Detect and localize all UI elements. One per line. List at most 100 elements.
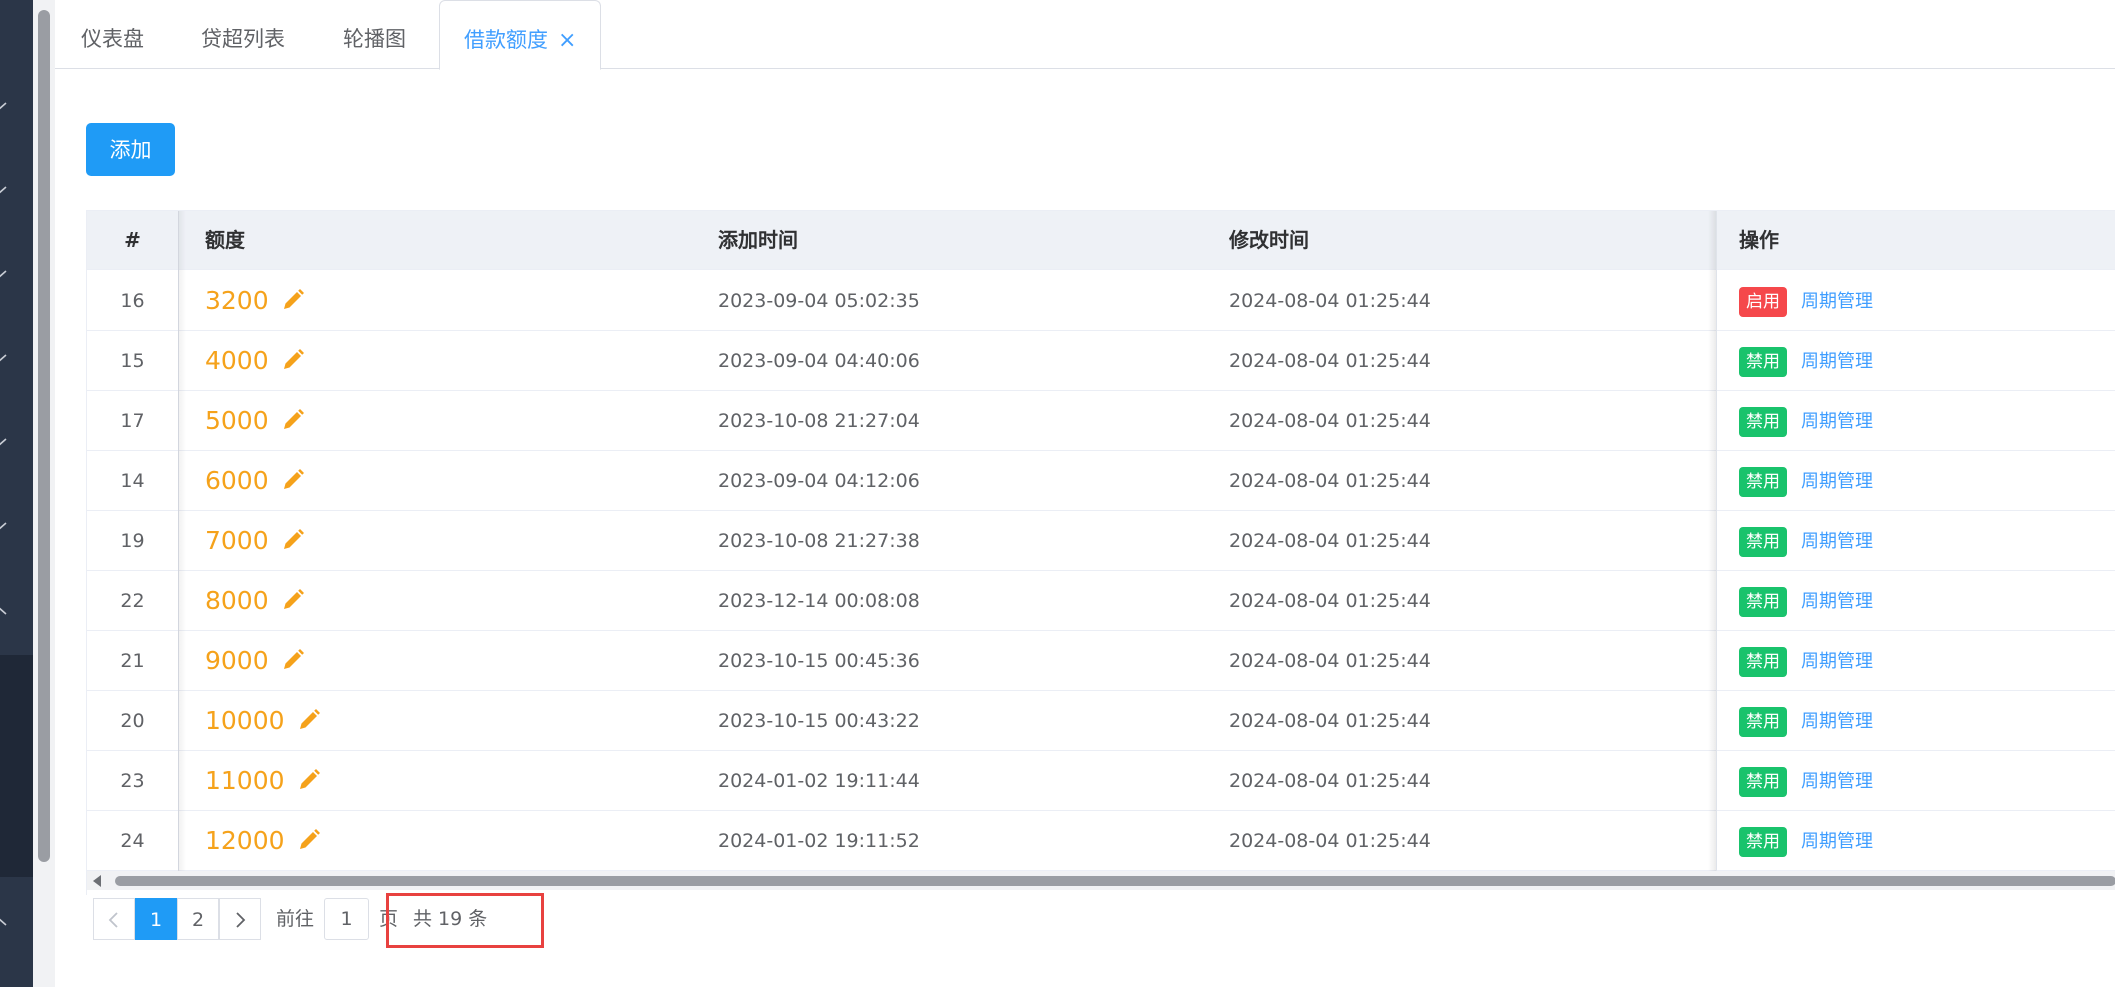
status-toggle-button[interactable]: 禁用 — [1739, 586, 1787, 617]
column-header-modified-time: 修改时间 — [1229, 228, 1309, 252]
row-actions: 禁用 周期管理 — [1739, 571, 1873, 631]
cycle-management-link[interactable]: 周期管理 — [1801, 572, 1873, 632]
amount-value: 8000 — [205, 586, 269, 615]
next-page-button[interactable] — [219, 898, 261, 940]
column-header-id: # — [124, 228, 141, 252]
edit-pencil-icon[interactable] — [281, 394, 305, 454]
page-scrollbar[interactable] — [33, 0, 55, 987]
row-modified-time: 2024-08-04 01:25:44 — [1229, 770, 1431, 792]
status-toggle-button[interactable]: 禁用 — [1739, 826, 1787, 857]
page-button-2[interactable]: 2 — [177, 898, 219, 940]
row-actions: 禁用 周期管理 — [1739, 811, 1873, 871]
chevron-up-icon[interactable] — [0, 917, 8, 927]
row-id: 22 — [120, 590, 145, 612]
chevron-down-icon[interactable] — [0, 270, 8, 280]
amount-value: 9000 — [205, 646, 269, 675]
edit-pencil-icon[interactable] — [281, 454, 305, 514]
fixed-column-divider — [178, 211, 179, 871]
chevron-down-icon[interactable] — [0, 186, 8, 196]
row-modified-time: 2024-08-04 01:25:44 — [1229, 650, 1431, 672]
edit-pencil-icon[interactable] — [281, 274, 305, 334]
amount-value: 12000 — [205, 826, 285, 855]
edit-pencil-icon[interactable] — [281, 634, 305, 694]
amount-value: 11000 — [205, 766, 285, 795]
edit-pencil-icon[interactable] — [297, 694, 321, 754]
status-toggle-button[interactable]: 启用 — [1739, 286, 1787, 317]
add-button[interactable]: 添加 — [86, 123, 175, 176]
status-toggle-button[interactable]: 禁用 — [1739, 766, 1787, 797]
edit-pencil-icon[interactable] — [281, 514, 305, 574]
amount-value: 5000 — [205, 406, 269, 435]
row-id: 20 — [120, 710, 145, 732]
table-row: 17 5000 2023-10-08 21:27:04 2024-08-04 01:2… — [87, 391, 2115, 451]
row-modified-time: 2024-08-04 01:25:44 — [1229, 710, 1431, 732]
fixed-column-divider — [1716, 211, 1717, 871]
row-id: 15 — [120, 350, 145, 372]
chevron-down-icon[interactable] — [0, 522, 8, 532]
tab-carousel[interactable]: 轮播图 — [343, 0, 406, 69]
page-button-1[interactable]: 1 — [135, 898, 177, 940]
chevron-down-icon[interactable] — [0, 354, 8, 364]
status-toggle-button[interactable]: 禁用 — [1739, 466, 1787, 497]
edit-pencil-icon[interactable] — [281, 574, 305, 634]
cycle-management-link[interactable]: 周期管理 — [1801, 452, 1873, 512]
chevron-up-icon[interactable] — [0, 606, 8, 616]
row-amount: 8000 — [205, 571, 305, 631]
row-amount: 3200 — [205, 271, 305, 331]
prev-page-button[interactable] — [93, 898, 135, 940]
chevron-down-icon[interactable] — [0, 438, 8, 448]
tab-loan-amount[interactable]: 借款额度 × — [439, 0, 602, 70]
cycle-management-link[interactable]: 周期管理 — [1801, 692, 1873, 752]
total-count: 共 19 条 — [413, 908, 488, 930]
tab-label: 仪表盘 — [81, 27, 144, 51]
cycle-management-link[interactable]: 周期管理 — [1801, 812, 1873, 872]
amount-table: # 额度 添加时间 修改时间 操作 16 3200 2023-09-04 05:02… — [86, 210, 2115, 895]
status-toggle-button[interactable]: 禁用 — [1739, 706, 1787, 737]
status-toggle-button[interactable]: 禁用 — [1739, 526, 1787, 557]
edit-pencil-icon[interactable] — [281, 334, 305, 394]
column-header-amount: 额度 — [205, 228, 245, 252]
cycle-management-link[interactable]: 周期管理 — [1801, 632, 1873, 692]
status-toggle-button[interactable]: 禁用 — [1739, 346, 1787, 377]
edit-pencil-icon[interactable] — [297, 754, 321, 814]
row-added-time: 2023-10-15 00:43:22 — [718, 710, 920, 732]
status-toggle-button[interactable]: 禁用 — [1739, 646, 1787, 677]
amount-value: 6000 — [205, 466, 269, 495]
cycle-management-link[interactable]: 周期管理 — [1801, 392, 1873, 452]
cycle-management-link[interactable]: 周期管理 — [1801, 332, 1873, 392]
row-modified-time: 2024-08-04 01:25:44 — [1229, 590, 1431, 612]
table-row: 24 12000 2024-01-02 19:11:52 2024-08-04 01:… — [87, 811, 2115, 871]
chevron-down-icon[interactable] — [0, 102, 8, 112]
tab-bar: 仪表盘 贷超列表 轮播图 借款额度 × — [55, 0, 2115, 70]
row-amount: 4000 — [205, 331, 305, 391]
tab-label: 轮播图 — [343, 27, 406, 51]
close-icon[interactable]: × — [558, 2, 576, 80]
row-actions: 禁用 周期管理 — [1739, 331, 1873, 391]
cycle-management-link[interactable]: 周期管理 — [1801, 512, 1873, 572]
row-modified-time: 2024-08-04 01:25:44 — [1229, 290, 1431, 312]
goto-page-input[interactable] — [324, 898, 369, 940]
row-modified-time: 2024-08-04 01:25:44 — [1229, 530, 1431, 552]
status-toggle-button[interactable]: 禁用 — [1739, 406, 1787, 437]
amount-value: 7000 — [205, 526, 269, 555]
tab-label: 借款额度 — [464, 28, 548, 52]
page-scrollbar-thumb[interactable] — [38, 10, 50, 862]
column-header-actions: 操作 — [1739, 228, 1779, 252]
row-added-time: 2023-10-08 21:27:38 — [718, 530, 920, 552]
table-scrollbar-thumb[interactable] — [115, 876, 2115, 886]
row-id: 24 — [120, 830, 145, 852]
row-actions: 禁用 周期管理 — [1739, 451, 1873, 511]
row-amount: 10000 — [205, 691, 321, 751]
cycle-management-link[interactable]: 周期管理 — [1801, 752, 1873, 812]
row-id: 14 — [120, 470, 145, 492]
scroll-left-icon[interactable] — [93, 875, 101, 887]
amount-value: 4000 — [205, 346, 269, 375]
tab-dashboard[interactable]: 仪表盘 — [81, 0, 144, 69]
edit-pencil-icon[interactable] — [297, 814, 321, 874]
row-added-time: 2023-09-04 05:02:35 — [718, 290, 920, 312]
cycle-management-link[interactable]: 周期管理 — [1801, 272, 1873, 332]
row-modified-time: 2024-08-04 01:25:44 — [1229, 830, 1431, 852]
table-horizontal-scrollbar[interactable] — [87, 871, 2115, 890]
row-added-time: 2023-09-04 04:12:06 — [718, 470, 920, 492]
tab-loan-list[interactable]: 贷超列表 — [201, 0, 285, 69]
